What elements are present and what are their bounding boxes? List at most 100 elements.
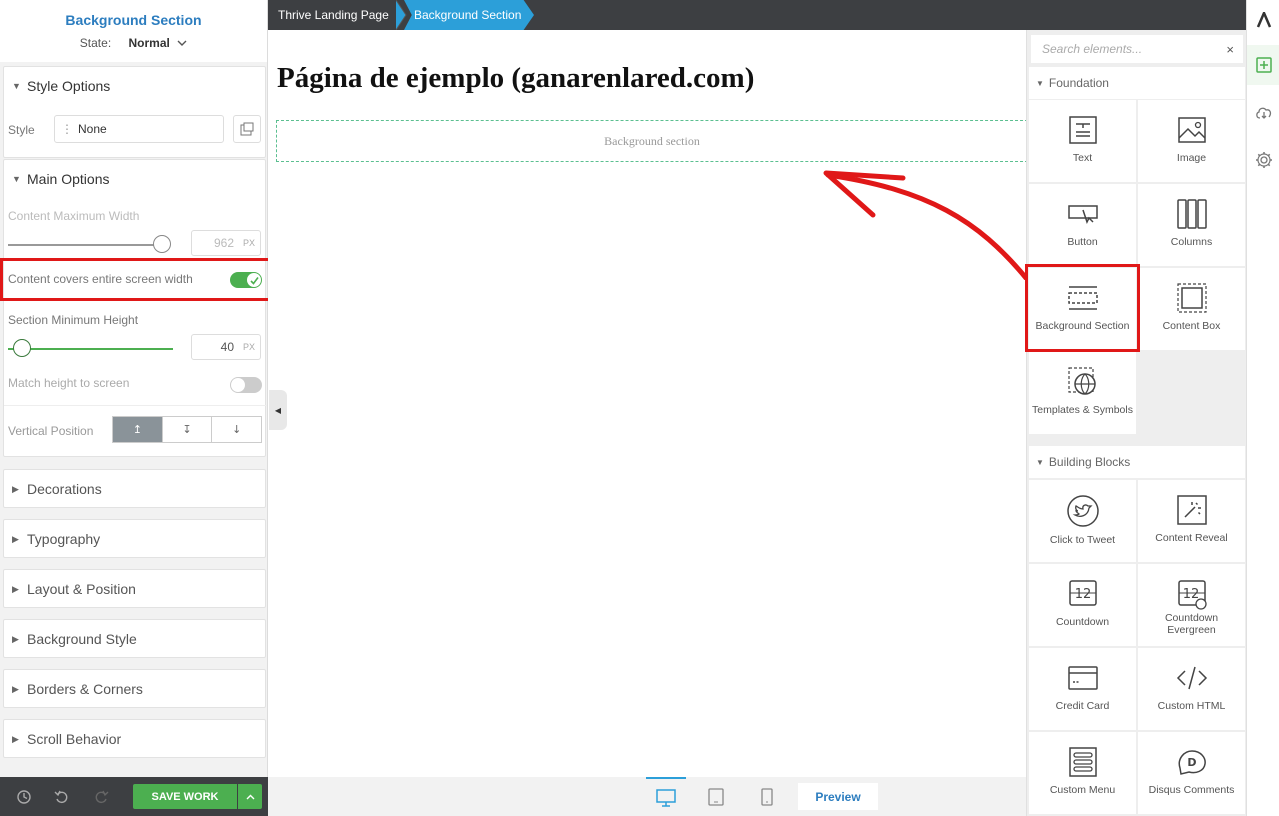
element-columns[interactable]: Columns xyxy=(1138,184,1245,266)
state-value: Normal xyxy=(128,36,170,50)
style-manage-button[interactable] xyxy=(233,115,261,143)
match-height-label: Match height to screen xyxy=(8,376,130,390)
templates-symbols-icon xyxy=(1067,367,1096,395)
add-element-icon[interactable] xyxy=(1247,45,1279,85)
drag-dots-icon: ⋮ xyxy=(61,122,73,136)
element-content-reveal[interactable]: Content Reveal xyxy=(1138,480,1245,562)
section-label: Background Style xyxy=(27,631,137,647)
tile-label: Templates & Symbols xyxy=(1032,404,1133,416)
disqus-icon: D xyxy=(1178,750,1206,775)
chevron-down-icon xyxy=(177,36,187,50)
collapse-sidebar-button[interactable]: ◀ xyxy=(269,390,287,430)
page-title[interactable]: Página de ejemplo (ganarenlared.com) xyxy=(277,62,754,95)
borders-corners-section[interactable]: ▶ Borders & Corners xyxy=(3,669,266,708)
style-options-header[interactable]: ▼ Style Options xyxy=(4,67,265,105)
history-icon[interactable] xyxy=(16,789,32,809)
undo-icon[interactable] xyxy=(54,789,70,809)
element-custom-html[interactable]: Custom HTML xyxy=(1138,648,1245,730)
element-credit-card[interactable]: Credit Card xyxy=(1029,648,1136,730)
layout-position-section[interactable]: ▶ Layout & Position xyxy=(3,569,266,608)
element-content-box[interactable]: Content Box xyxy=(1138,268,1245,350)
caret-right-icon: ▶ xyxy=(12,683,19,694)
preview-button[interactable]: Preview xyxy=(798,783,878,810)
background-style-section[interactable]: ▶ Background Style xyxy=(3,619,266,658)
vertical-bottom-button[interactable]: ↓ xyxy=(211,417,261,442)
close-icon[interactable]: × xyxy=(1226,42,1234,57)
max-width-slider-knob[interactable] xyxy=(153,235,171,253)
tile-label: Custom Menu xyxy=(1049,784,1116,796)
cloud-download-icon[interactable] xyxy=(1247,93,1279,133)
bottom-action-bar: SAVE WORK xyxy=(0,777,268,816)
style-options-title: Style Options xyxy=(27,78,111,94)
element-image[interactable]: Image xyxy=(1138,100,1245,182)
element-text[interactable]: Text xyxy=(1029,100,1136,182)
tile-label: Button xyxy=(1067,236,1098,248)
credit-card-icon xyxy=(1067,666,1098,690)
category-label: Building Blocks xyxy=(1048,455,1131,469)
background-section-placeholder: Background section xyxy=(604,133,700,148)
element-custom-menu[interactable]: Custom Menu xyxy=(1029,732,1136,814)
vertical-top-button[interactable]: ↥ xyxy=(113,417,162,442)
columns-icon xyxy=(1176,199,1207,229)
state-label: State: xyxy=(79,36,112,50)
breadcrumb-item-landing-page[interactable]: Thrive Landing Page xyxy=(278,0,389,30)
save-options-caret-icon[interactable] xyxy=(238,784,262,809)
content-box-icon xyxy=(1176,283,1207,313)
style-label: Style xyxy=(8,123,35,137)
vertical-position-label: Vertical Position xyxy=(8,424,94,438)
search-input[interactable]: Search elements... × xyxy=(1031,35,1243,63)
element-countdown-evergreen[interactable]: 12 Countdown Evergreen xyxy=(1138,564,1245,646)
vertical-middle-button[interactable]: ↧ xyxy=(161,417,212,442)
section-label: Decorations xyxy=(27,481,102,497)
element-disqus-comments[interactable]: D Disqus Comments xyxy=(1138,732,1245,814)
max-width-input[interactable]: 962 PX xyxy=(191,230,261,256)
button-icon xyxy=(1067,205,1098,224)
scroll-behavior-section[interactable]: ▶ Scroll Behavior xyxy=(3,719,266,758)
style-select[interactable]: ⋮ None xyxy=(54,115,224,143)
max-width-slider-track[interactable] xyxy=(8,244,158,246)
svg-text:12: 12 xyxy=(1182,587,1199,602)
main-options-header[interactable]: ▼ Main Options xyxy=(4,160,265,198)
caret-down-icon: ▼ xyxy=(12,174,21,184)
tile-label: Custom HTML xyxy=(1157,700,1226,712)
element-button[interactable]: Button xyxy=(1029,184,1136,266)
tablet-icon[interactable] xyxy=(696,777,736,816)
countdown-evergreen-icon: 12 xyxy=(1177,580,1207,610)
breadcrumb: Thrive Landing Page Background Section xyxy=(268,0,1246,30)
redo-icon[interactable] xyxy=(93,789,109,809)
desktop-icon[interactable] xyxy=(646,777,686,816)
element-click-to-tweet[interactable]: Click to Tweet xyxy=(1029,480,1136,562)
image-icon xyxy=(1177,117,1206,143)
element-countdown[interactable]: 12 Countdown xyxy=(1029,564,1136,646)
mobile-icon[interactable] xyxy=(747,777,787,816)
main-options-title: Main Options xyxy=(27,171,110,187)
svg-text:D: D xyxy=(1187,756,1196,769)
editor-canvas[interactable]: Página de ejemplo (ganarenlared.com) Bac… xyxy=(268,30,1029,777)
tile-label: Countdown Evergreen xyxy=(1164,612,1219,636)
caret-right-icon: ▶ xyxy=(12,733,19,744)
min-height-input[interactable]: 40 PX xyxy=(191,334,261,360)
decorations-section[interactable]: ▶ Decorations xyxy=(3,469,266,508)
min-height-slider-track[interactable] xyxy=(8,348,173,350)
tile-label: Disqus Comments xyxy=(1148,784,1235,796)
thrive-logo-icon[interactable] xyxy=(1247,0,1279,40)
match-height-toggle[interactable] xyxy=(230,377,262,393)
category-building-blocks[interactable]: ▼ Building Blocks xyxy=(1029,446,1245,478)
caret-right-icon: ▶ xyxy=(12,533,19,544)
min-height-slider-knob[interactable] xyxy=(13,339,31,357)
state-selector[interactable]: State: Normal xyxy=(0,36,267,50)
tile-label: Content Reveal xyxy=(1155,532,1228,544)
background-section-block[interactable]: Background section xyxy=(276,120,1028,162)
caret-right-icon: ▶ xyxy=(12,583,19,594)
elements-panel: Search elements... × ▼ Foundation Text Im… xyxy=(1026,30,1246,816)
typography-section[interactable]: ▶ Typography xyxy=(3,519,266,558)
settings-gear-icon[interactable] xyxy=(1247,140,1279,180)
svg-text:12: 12 xyxy=(1074,587,1091,602)
save-work-button[interactable]: SAVE WORK xyxy=(133,784,237,809)
category-foundation[interactable]: ▼ Foundation xyxy=(1029,67,1245,99)
caret-down-icon: ▼ xyxy=(1036,457,1044,467)
annotation-arrow-icon xyxy=(823,170,1029,280)
highlight-background-section-tile xyxy=(1025,264,1140,352)
max-width-label: Content Maximum Width xyxy=(8,209,140,223)
element-templates-symbols[interactable]: Templates & Symbols xyxy=(1029,352,1136,434)
